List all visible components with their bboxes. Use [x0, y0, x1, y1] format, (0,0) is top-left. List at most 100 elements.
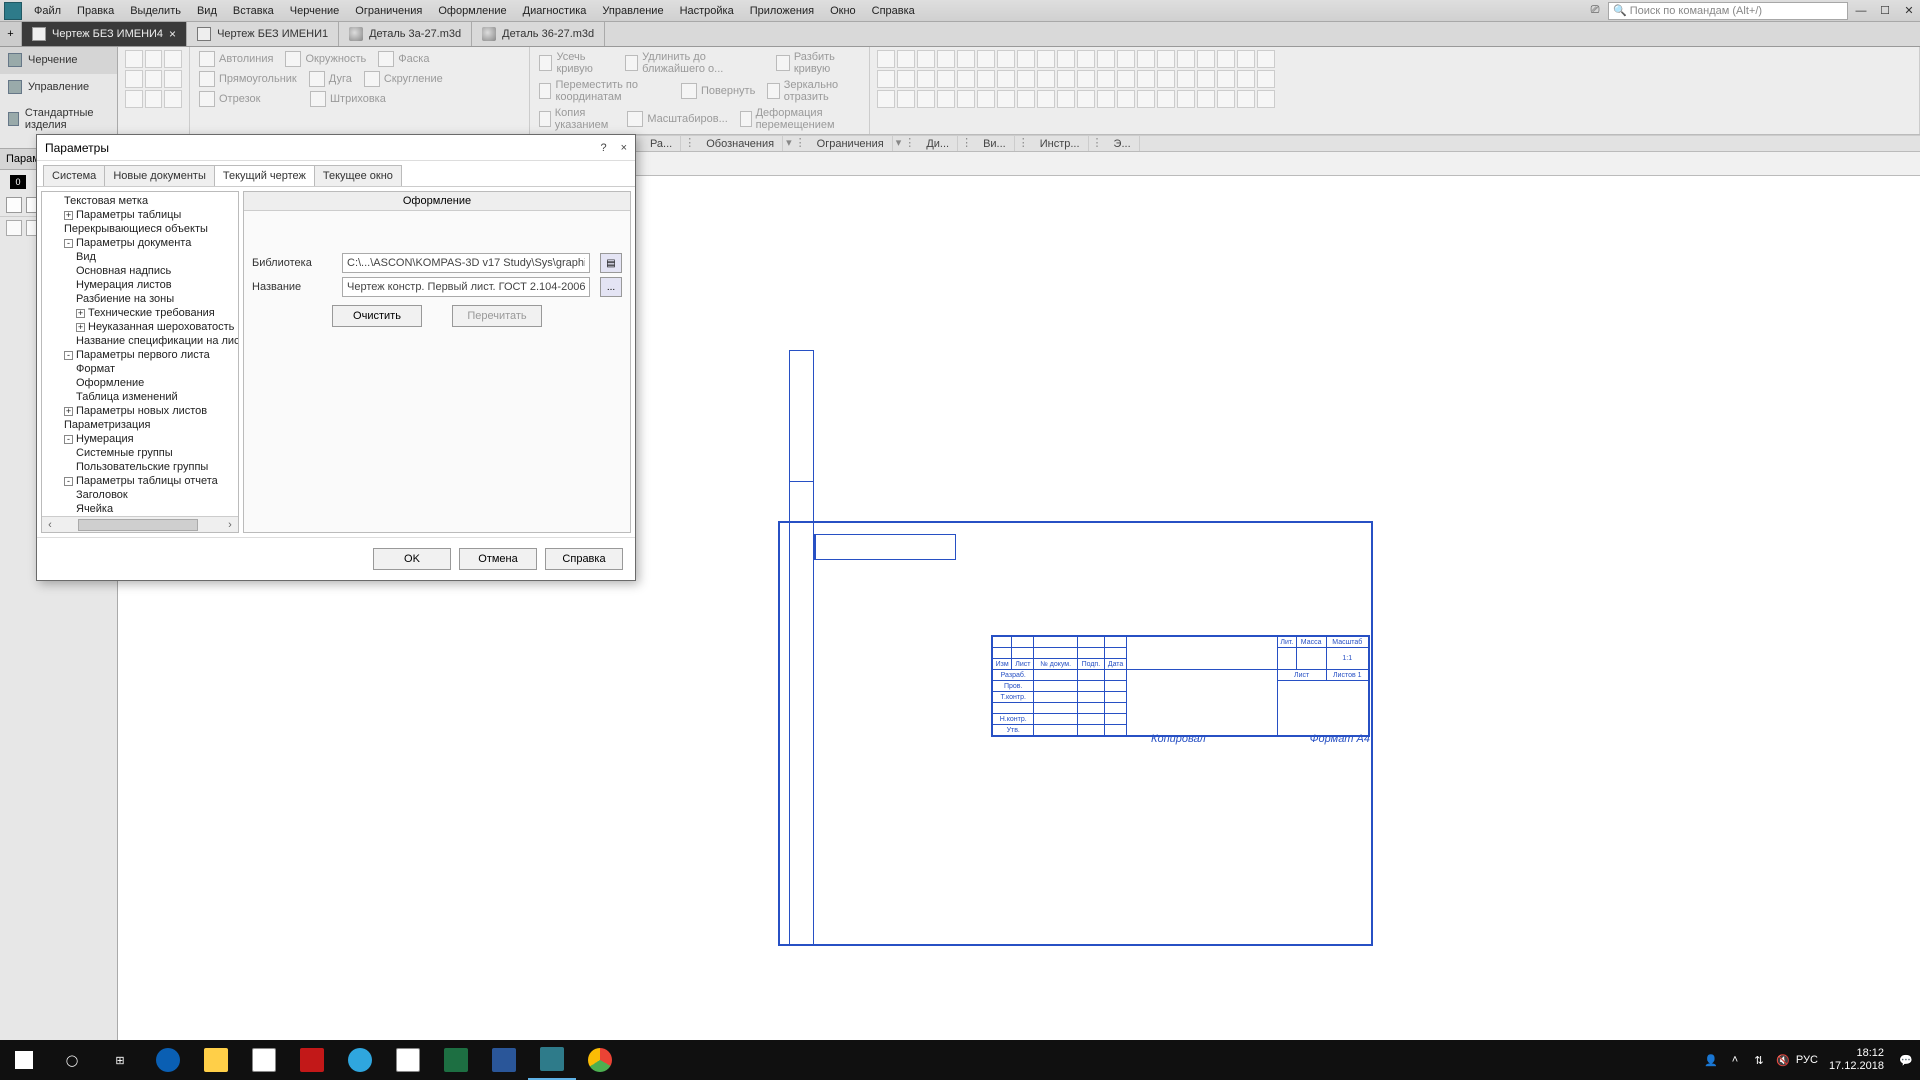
ribbon-tool-icon[interactable]: [1037, 90, 1055, 108]
ribbon-tool-icon[interactable]: [977, 50, 995, 68]
mode-manage[interactable]: Управление: [0, 74, 117, 101]
taskview-button[interactable]: ⊞: [96, 1040, 144, 1080]
dlg-tab-system[interactable]: Система: [43, 165, 105, 186]
menu-help[interactable]: Справка: [864, 2, 923, 20]
tree-item[interactable]: Оформление: [46, 376, 238, 390]
menu-diagnostics[interactable]: Диагностика: [515, 2, 595, 20]
tool-hatch[interactable]: Штриховка: [307, 89, 389, 109]
ribbon-tool-icon[interactable]: [1257, 90, 1275, 108]
menu-edit[interactable]: Правка: [69, 2, 122, 20]
taskbar-mcafee[interactable]: [288, 1040, 336, 1080]
ribbon-tool-icon[interactable]: [1177, 50, 1195, 68]
menu-manage[interactable]: Управление: [594, 2, 671, 20]
ok-button[interactable]: OK: [373, 548, 451, 570]
ribbon-tool-icon[interactable]: [1157, 50, 1175, 68]
notifications-icon[interactable]: 💬: [1898, 1052, 1914, 1068]
ribbon-tool-icon[interactable]: [937, 50, 955, 68]
help-button[interactable]: Справка: [545, 548, 623, 570]
minimize-button[interactable]: —: [1850, 2, 1872, 20]
paste-icon[interactable]: [145, 90, 163, 108]
taskbar-edge[interactable]: [144, 1040, 192, 1080]
dialog-help-button[interactable]: ?: [600, 142, 606, 154]
ribbon-tool-icon[interactable]: [877, 90, 895, 108]
tray-chevron-icon[interactable]: ˄: [1727, 1052, 1743, 1068]
menu-design[interactable]: Оформление: [430, 2, 514, 20]
tree-item[interactable]: -Параметры документа: [46, 236, 238, 250]
doc-tab-2[interactable]: Чертеж БЕЗ ИМЕНИ1: [187, 22, 339, 46]
tree-item[interactable]: Вид: [46, 250, 238, 264]
name-input[interactable]: [342, 277, 590, 297]
ribbon-tool-icon[interactable]: [1017, 70, 1035, 88]
ribbon-tool-icon[interactable]: [957, 90, 975, 108]
ribbon-tool-icon[interactable]: [917, 50, 935, 68]
cut-icon[interactable]: [164, 90, 182, 108]
tab-close-icon[interactable]: ×: [169, 27, 176, 41]
ribbon-tool-icon[interactable]: [1217, 70, 1235, 88]
dialog-close-button[interactable]: ×: [621, 142, 627, 154]
lang-indicator[interactable]: РУС: [1799, 1052, 1815, 1068]
volume-icon[interactable]: 🔇: [1775, 1052, 1791, 1068]
taskbar-kompas[interactable]: [528, 1040, 576, 1080]
ribbon-tool-icon[interactable]: [1117, 50, 1135, 68]
tool-segment[interactable]: Отрезок: [196, 89, 263, 109]
tree-item[interactable]: Параметризация: [46, 418, 238, 432]
tool-deform[interactable]: Деформация перемещением: [737, 105, 863, 133]
ribbon-tool-icon[interactable]: [917, 90, 935, 108]
ribbon-tool-icon[interactable]: [957, 50, 975, 68]
menu-window[interactable]: Окно: [822, 2, 864, 20]
library-browse-button[interactable]: ▤: [600, 253, 622, 273]
tree-item[interactable]: Текстовая метка: [46, 194, 238, 208]
eye-icon[interactable]: [6, 220, 22, 236]
tool-split[interactable]: Разбить кривую: [773, 49, 863, 77]
ribbon-tool-icon[interactable]: [897, 50, 915, 68]
mode-drawing[interactable]: Черчение: [0, 47, 117, 74]
open-icon[interactable]: [145, 50, 163, 68]
undo-icon[interactable]: [145, 70, 163, 88]
taskbar-mail[interactable]: [384, 1040, 432, 1080]
menu-insert[interactable]: Вставка: [225, 2, 282, 20]
ribbon-tool-icon[interactable]: [877, 50, 895, 68]
ribbon-tool-icon[interactable]: [1177, 70, 1195, 88]
tree-item[interactable]: Перекрывающиеся объекты: [46, 222, 238, 236]
ribbon-tool-icon[interactable]: [1097, 70, 1115, 88]
maximize-button[interactable]: ☐: [1874, 2, 1896, 20]
library-path-input[interactable]: [342, 253, 590, 273]
ribbon-tool-icon[interactable]: [1017, 50, 1035, 68]
tree-item[interactable]: Системные группы: [46, 446, 238, 460]
ribbon-tool-icon[interactable]: [937, 90, 955, 108]
ribbon-tool-icon[interactable]: [1217, 90, 1235, 108]
clock[interactable]: 18:1217.12.2018: [1823, 1047, 1890, 1073]
tool-rotate[interactable]: Повернуть: [678, 81, 758, 101]
people-icon[interactable]: 👤: [1703, 1052, 1719, 1068]
tool-extend[interactable]: Удлинить до ближайшего о...: [622, 49, 768, 77]
ribbon-tool-icon[interactable]: [1157, 70, 1175, 88]
tree-item[interactable]: Разбиение на зоны: [46, 292, 238, 306]
tool-fillet[interactable]: Скругление: [361, 69, 446, 89]
name-browse-button[interactable]: ...: [600, 277, 622, 297]
doc-tab-1[interactable]: Чертеж БЕЗ ИМЕНИ4 ×: [22, 22, 187, 46]
tool-scale[interactable]: Масштабиров...: [624, 109, 730, 129]
menu-select[interactable]: Выделить: [122, 2, 189, 20]
ribbon-tool-icon[interactable]: [1137, 70, 1155, 88]
tool-copy[interactable]: Копия указанием: [536, 105, 618, 133]
ribbon-tool-icon[interactable]: [1197, 90, 1215, 108]
ribbon-tool-icon[interactable]: [1077, 50, 1095, 68]
ribbon-tool-icon[interactable]: [997, 50, 1015, 68]
search-button[interactable]: ◯: [48, 1040, 96, 1080]
ribbon-tool-icon[interactable]: [897, 70, 915, 88]
doc-tab-3[interactable]: Деталь 3а-27.m3d: [339, 22, 472, 46]
ribbon-tool-icon[interactable]: [1057, 70, 1075, 88]
ribbon-tool-icon[interactable]: [1237, 70, 1255, 88]
ribbon-tool-icon[interactable]: [977, 90, 995, 108]
dlg-tab-current-drawing[interactable]: Текущий чертеж: [214, 165, 315, 186]
command-search[interactable]: 🔍 Поиск по командам (Alt+/): [1608, 2, 1848, 20]
start-button[interactable]: [0, 1040, 48, 1080]
unknown-titlebar-icon[interactable]: ⎚: [1584, 2, 1606, 20]
tool-arc[interactable]: Дуга: [306, 69, 355, 89]
tool-trim[interactable]: Усечь кривую: [536, 49, 616, 77]
menu-constraints[interactable]: Ограничения: [347, 2, 430, 20]
tree-item[interactable]: -Параметры таблицы отчета: [46, 474, 238, 488]
save-icon[interactable]: [164, 50, 182, 68]
taskbar-telegram[interactable]: [336, 1040, 384, 1080]
ribbon-tool-icon[interactable]: [1037, 50, 1055, 68]
